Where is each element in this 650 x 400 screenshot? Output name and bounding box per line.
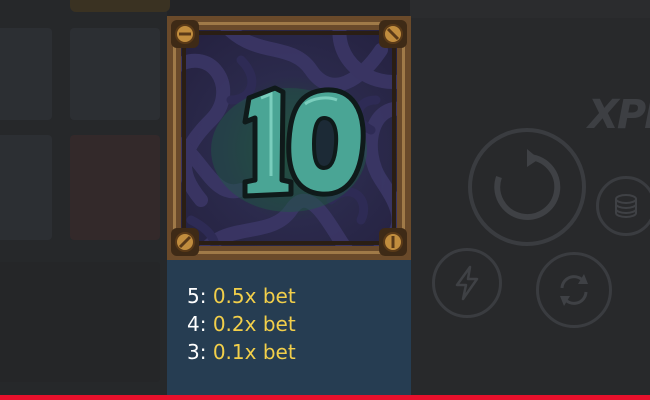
reels-background [0, 0, 170, 395]
lightning-icon [455, 265, 479, 301]
symbol-count: 5: [187, 284, 207, 308]
controls-background: XPRES [410, 0, 650, 395]
payout-value: 0.1x bet [212, 340, 296, 364]
bolt-icon [378, 19, 408, 49]
game-screen: XPRES [0, 0, 650, 400]
number-10-symbol-icon [181, 30, 397, 246]
payout-value: 0.2x bet [212, 312, 296, 336]
spin-icon [494, 149, 561, 220]
symbol-count: 4: [187, 312, 207, 336]
bottom-accent-bar [0, 395, 650, 400]
paytable-row: 4: 0.2x bet [187, 310, 397, 338]
reel-symbol [0, 28, 52, 120]
reel-symbol [70, 28, 160, 120]
symbol-card [181, 30, 397, 246]
bolt-icon [170, 227, 200, 257]
autoplay-icon [560, 274, 588, 306]
paytable-row: 5: 0.5x bet [187, 282, 397, 310]
bolt-icon [378, 227, 408, 257]
paytable-row: 3: 0.1x bet [187, 338, 397, 366]
reel-symbol [70, 135, 160, 240]
turbo-button[interactable] [432, 248, 502, 318]
spin-button[interactable] [468, 128, 586, 246]
bet-button[interactable] [596, 176, 650, 236]
coins-stack-icon [615, 194, 637, 218]
paytable-list: 5: 0.5x bet 4: 0.2x bet 3: 0.1x bet [187, 282, 397, 366]
symbol-paytable-popup: 5: 0.5x bet 4: 0.2x bet 3: 0.1x bet [167, 16, 411, 395]
autoplay-button[interactable] [536, 252, 612, 328]
symbol-count: 3: [187, 340, 207, 364]
symbol-frame [167, 16, 411, 260]
game-logo-fragment [70, 0, 170, 12]
top-strip [410, 0, 650, 18]
bolt-icon [170, 19, 200, 49]
reel-row [0, 262, 160, 382]
reel-symbol [0, 135, 52, 240]
xpress-logo: XPRES [588, 92, 650, 138]
payout-value: 0.5x bet [212, 284, 296, 308]
